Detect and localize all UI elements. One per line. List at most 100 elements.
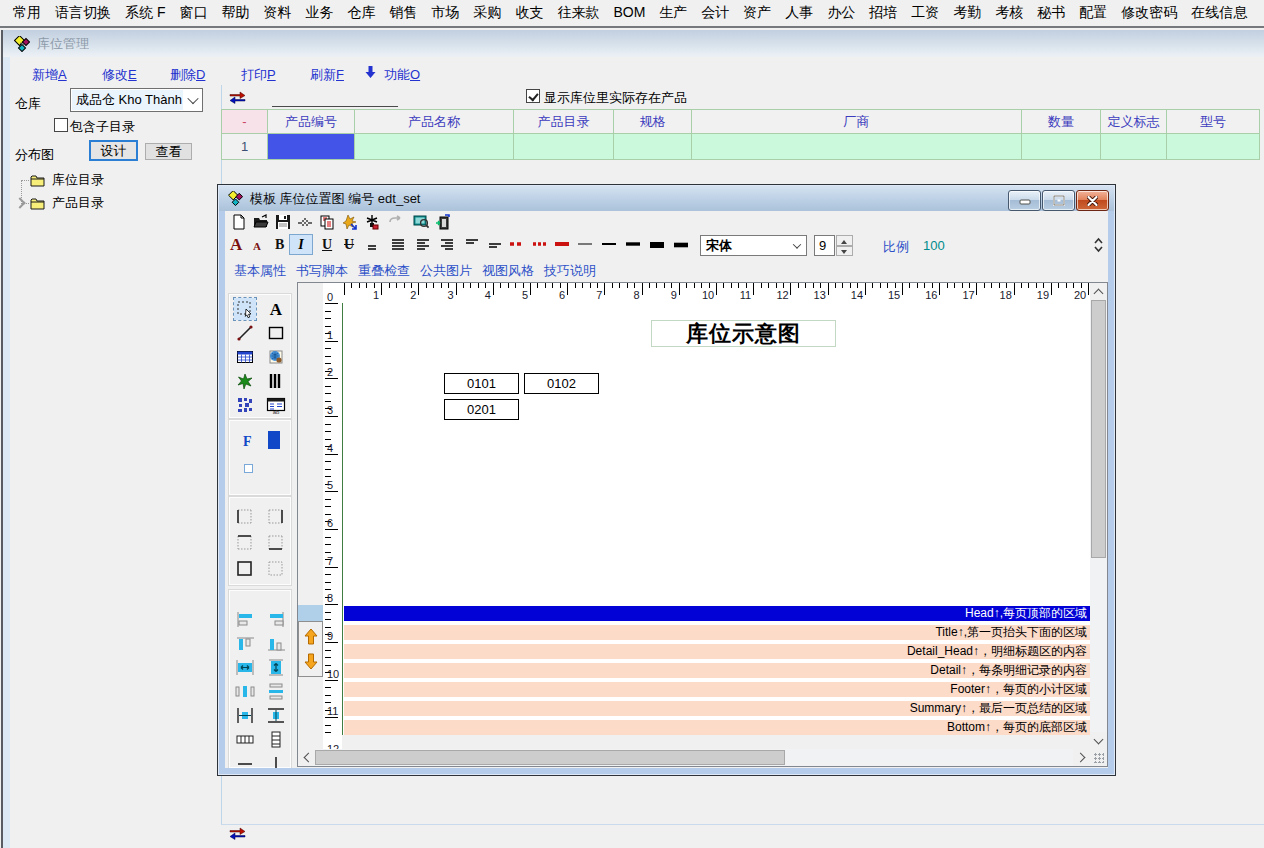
- menu-item[interactable]: 资产: [736, 0, 778, 27]
- row-selector-header[interactable]: -: [222, 110, 267, 133]
- show-products-checkbox[interactable]: [526, 89, 540, 103]
- editor-tab[interactable]: 基本属性: [234, 262, 286, 280]
- toolbar-link-E[interactable]: 修改E: [102, 66, 137, 84]
- menu-item[interactable]: 采购: [466, 0, 508, 27]
- scroll-up-icon[interactable]: [1090, 283, 1107, 300]
- menu-item[interactable]: 人事: [778, 0, 820, 27]
- close-button[interactable]: [1076, 190, 1109, 211]
- report-band-detail[interactable]: Detail↑，每条明细记录的内容: [344, 663, 1090, 678]
- select-tool[interactable]: [234, 298, 256, 320]
- line-3px-icon[interactable]: [625, 240, 641, 248]
- toolbar-link-O[interactable]: 功能O: [384, 66, 420, 84]
- column-header[interactable]: 型号: [1167, 110, 1259, 133]
- spin-up-icon[interactable]: [836, 235, 853, 246]
- menu-item[interactable]: 秘书: [1030, 0, 1072, 27]
- editor-tab[interactable]: 书写脚本: [296, 262, 348, 280]
- font-large-button[interactable]: A: [230, 235, 242, 255]
- valign-middle-icon[interactable]: [488, 238, 502, 250]
- align-center-icon[interactable]: [391, 238, 405, 250]
- editor-tab[interactable]: 重叠检查: [358, 262, 410, 280]
- font-small-button[interactable]: A: [253, 240, 261, 252]
- editor-titlebar[interactable]: 模板 库位位置图 编号 edt_set: [219, 186, 1114, 211]
- scroll-right-icon[interactable]: [1073, 749, 1090, 766]
- menu-item[interactable]: 会计: [694, 0, 736, 27]
- horizontal-scroll-thumb[interactable]: [315, 750, 785, 765]
- menu-item[interactable]: 语言切换: [48, 0, 118, 27]
- column-header[interactable]: 数量: [1022, 110, 1100, 133]
- swap-arrows-icon[interactable]: [229, 91, 246, 104]
- swap-arrows-icon[interactable]: [229, 827, 246, 840]
- undo-disabled-icon[interactable]: [388, 214, 404, 230]
- menu-item[interactable]: 修改密码: [1114, 0, 1184, 27]
- grid-rows-button[interactable]: [265, 727, 287, 751]
- tree-item[interactable]: 库位目录: [30, 172, 104, 188]
- insert-star-icon[interactable]: [342, 214, 358, 230]
- line-1px-icon[interactable]: [577, 240, 593, 248]
- table-tool[interactable]: [234, 346, 256, 368]
- location-cell-box[interactable]: 0101: [444, 373, 519, 394]
- include-subdir-checkbox[interactable]: [54, 118, 68, 132]
- move-band-up-icon[interactable]: [304, 628, 318, 645]
- report-band-footer[interactable]: Footer↑，每页的小计区域: [344, 682, 1090, 697]
- toolbar-link-P[interactable]: 打印P: [241, 66, 276, 84]
- table-cell[interactable]: [1167, 134, 1259, 159]
- align-bottom-button[interactable]: [265, 631, 287, 655]
- menu-item[interactable]: 往来款: [550, 0, 606, 27]
- scroll-left-icon[interactable]: [298, 749, 315, 766]
- table-cell[interactable]: [614, 134, 691, 159]
- border-all-button[interactable]: [234, 555, 256, 581]
- menu-item[interactable]: 销售: [382, 0, 424, 27]
- align-left-icon[interactable]: [416, 238, 430, 250]
- menu-item[interactable]: 在线信息: [1184, 0, 1254, 27]
- updown-spinner-icon[interactable]: [1093, 236, 1104, 254]
- qrcode-tool[interactable]: [234, 394, 256, 416]
- copy-icon[interactable]: [319, 214, 335, 230]
- menu-item[interactable]: 配置: [1072, 0, 1114, 27]
- table-cell[interactable]: [268, 134, 354, 159]
- center-v-button[interactable]: [265, 655, 287, 679]
- column-header[interactable]: 产品目录: [514, 110, 613, 133]
- preview-icon[interactable]: [297, 214, 313, 230]
- menu-item[interactable]: 考勤: [946, 0, 988, 27]
- column-header[interactable]: 产品名称: [355, 110, 513, 133]
- location-cell-box[interactable]: 0201: [444, 399, 519, 420]
- align-top-button[interactable]: [234, 631, 256, 655]
- editor-tab[interactable]: 技巧说明: [544, 262, 596, 280]
- menu-item[interactable]: 系统 F: [118, 0, 172, 27]
- menu-item[interactable]: 工资: [904, 0, 946, 27]
- rect-tool[interactable]: [265, 322, 287, 344]
- vertical-scroll-thumb[interactable]: [1091, 300, 1106, 558]
- open-folder-icon[interactable]: [253, 214, 269, 230]
- red-thick-line-icon[interactable]: [554, 240, 570, 248]
- underline-button[interactable]: U: [322, 237, 332, 253]
- font-combobox-arrow-icon[interactable]: [788, 236, 806, 255]
- line-6px-icon[interactable]: [649, 240, 665, 250]
- report-band-title[interactable]: Title↑,第一页抬头下面的区域: [344, 625, 1090, 640]
- row-number-cell[interactable]: 1: [222, 134, 267, 159]
- menu-item[interactable]: 资料: [256, 0, 298, 27]
- tree-item[interactable]: 产品目录: [30, 195, 104, 211]
- location-cell-box[interactable]: 0102: [524, 373, 599, 394]
- font-size-input[interactable]: 9: [814, 235, 835, 256]
- valign-top-icon[interactable]: [465, 238, 479, 250]
- scroll-down-icon[interactable]: [1090, 732, 1107, 749]
- table-cell[interactable]: [692, 134, 1021, 159]
- align-right-icon[interactable]: [440, 238, 454, 250]
- screen-view-icon[interactable]: [413, 214, 429, 230]
- space-v-button[interactable]: [265, 679, 287, 703]
- report-band-head[interactable]: Head↑,每页顶部的区域: [344, 606, 1090, 621]
- menu-item[interactable]: 考核: [988, 0, 1030, 27]
- font-size-spinner[interactable]: [836, 235, 853, 256]
- toolbar-link-F[interactable]: 刷新F: [310, 66, 344, 84]
- column-header[interactable]: 定义标志: [1101, 110, 1166, 133]
- move-band-down-icon[interactable]: [304, 653, 318, 670]
- font-color-button[interactable]: F: [243, 434, 252, 450]
- search-input[interactable]: [272, 106, 398, 107]
- warehouse-combobox-arrow-icon[interactable]: [184, 89, 202, 111]
- warehouse-combobox[interactable]: 成品仓 Kho Thành F: [70, 88, 203, 112]
- center-h-button[interactable]: [234, 655, 256, 679]
- border-right-button[interactable]: [265, 503, 287, 529]
- report-band-detail_head[interactable]: Detail_Head↑，明细标题区的内容: [344, 644, 1090, 659]
- tree-expand-icon[interactable]: [14, 197, 25, 208]
- table-cell[interactable]: [1022, 134, 1100, 159]
